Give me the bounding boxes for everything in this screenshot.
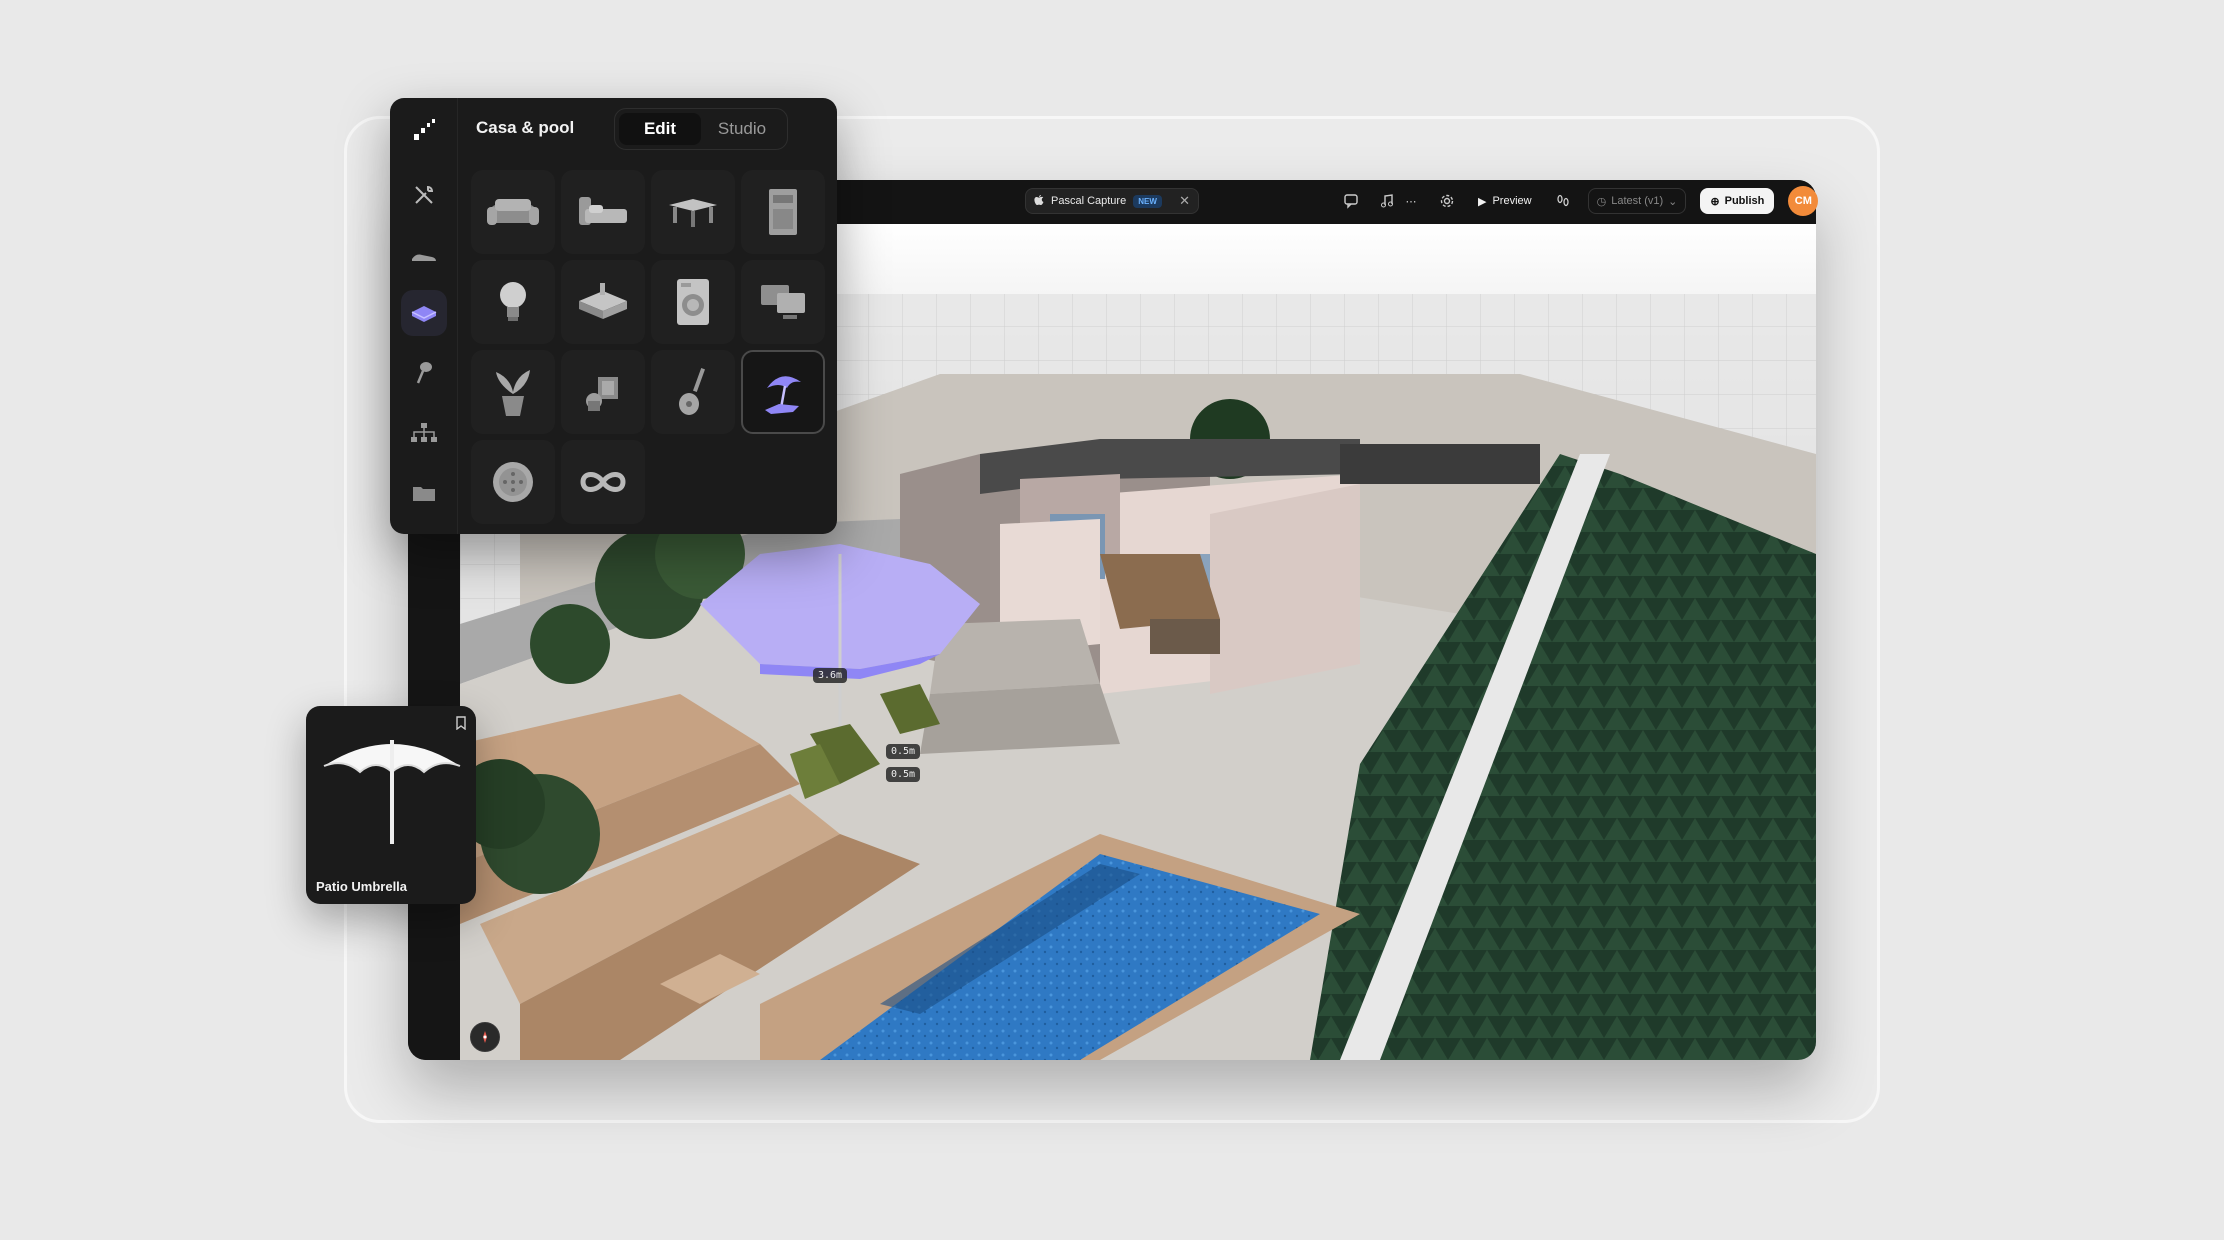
catalog-item-table[interactable] <box>651 170 735 254</box>
decor-icon <box>586 377 618 411</box>
version-label: Latest (v1) <box>1611 195 1664 207</box>
comment-icon[interactable] <box>1340 190 1362 212</box>
sofa-icon <box>411 306 437 322</box>
guitar-icon <box>679 368 705 415</box>
dimension-label-depth: 0.5m <box>886 767 921 782</box>
catalog-item-sofa[interactable] <box>471 170 555 254</box>
catalog-item-washer[interactable] <box>651 260 735 344</box>
catalog-item-speaker[interactable] <box>471 440 555 524</box>
compass-button[interactable] <box>470 1022 500 1052</box>
version-select[interactable]: ◷ Latest (v1) ⌄ <box>1587 188 1687 214</box>
tab-studio[interactable]: Studio <box>701 113 783 145</box>
rail-folder[interactable] <box>401 470 447 516</box>
compass-icon <box>483 1031 487 1043</box>
avatar[interactable]: CM <box>1788 186 1819 216</box>
speaker-icon <box>493 462 533 502</box>
app-logo <box>414 119 435 140</box>
hierarchy-icon <box>411 423 437 442</box>
lightbulb-icon <box>500 282 526 321</box>
item-preview-card: Patio Umbrella <box>306 706 476 904</box>
table-icon <box>669 199 717 227</box>
plant-icon <box>496 370 530 416</box>
project-title: Casa & pool <box>476 118 575 137</box>
rail-brush[interactable] <box>401 350 447 396</box>
catalog-item-infinity[interactable] <box>561 440 645 524</box>
clock-icon: ◷ <box>1596 195 1607 208</box>
catalog-item-electronics[interactable] <box>741 260 825 344</box>
apple-icon <box>1034 194 1044 209</box>
rail-hierarchy[interactable] <box>401 410 447 456</box>
publish-icon: ⊕ <box>1710 195 1720 208</box>
catalog-item-decor[interactable] <box>561 350 645 434</box>
catalog-item-plant[interactable] <box>471 350 555 434</box>
capture-label: Pascal Capture <box>1051 195 1127 207</box>
publish-label: Publish <box>1724 195 1765 207</box>
footsteps-icon[interactable] <box>1552 190 1574 212</box>
new-badge: NEW <box>1133 194 1162 208</box>
electronics-icon <box>761 285 805 319</box>
more-icon[interactable]: ⋯ <box>1400 190 1422 212</box>
settings-icon[interactable] <box>1436 190 1458 212</box>
catalog-item-sink[interactable] <box>561 260 645 344</box>
catalog-item-patio-umbrella[interactable] <box>741 350 825 434</box>
chevron-down-icon: ⌄ <box>1668 195 1678 208</box>
close-icon[interactable]: ✕ <box>1179 193 1190 209</box>
mode-toggle: Edit Studio <box>614 108 788 150</box>
patio-umbrella-icon <box>765 376 801 414</box>
catalog-item-lamp[interactable] <box>471 260 555 344</box>
cabinet-icon <box>769 189 797 235</box>
music-icon[interactable] <box>1376 190 1398 212</box>
preview-item-name: Patio Umbrella <box>316 879 408 894</box>
washing-machine-icon <box>677 279 709 325</box>
toolbar-right: ⋯ ▶ Preview ◷ Latest (v1) ⌄ ⊕ Publish CM <box>1340 186 1819 216</box>
play-icon: ▶ <box>1478 195 1487 208</box>
publish-button[interactable]: ⊕ Publish <box>1700 188 1775 214</box>
tab-edit[interactable]: Edit <box>619 113 701 145</box>
preview-label: Preview <box>1492 195 1532 207</box>
panel-rail <box>390 98 458 534</box>
shoe-icon <box>412 254 436 261</box>
dimension-label-height: 3.6m <box>813 668 848 683</box>
infinity-icon <box>580 472 626 492</box>
catalog-panel: Casa & pool Edit Studio <box>390 98 837 534</box>
brush-icon <box>416 362 432 384</box>
patio-umbrella-preview <box>323 740 461 844</box>
catalog-item-bed[interactable] <box>561 170 645 254</box>
rail-tools[interactable] <box>401 172 447 218</box>
catalog-item-cabinet[interactable] <box>741 170 825 254</box>
capture-pill[interactable]: Pascal Capture NEW ✕ <box>1025 188 1199 214</box>
dimension-label-width: 0.5m <box>886 744 921 759</box>
catalog-item-guitar[interactable] <box>651 350 735 434</box>
tools-icon <box>415 185 434 204</box>
rail-shoes[interactable] <box>401 232 447 278</box>
sofa-icon <box>487 199 539 225</box>
folder-icon <box>413 487 435 501</box>
rail-furniture[interactable] <box>401 290 447 336</box>
sink-icon <box>579 283 627 319</box>
bed-icon <box>579 197 627 225</box>
preview-button[interactable]: ▶ Preview <box>1472 195 1538 208</box>
